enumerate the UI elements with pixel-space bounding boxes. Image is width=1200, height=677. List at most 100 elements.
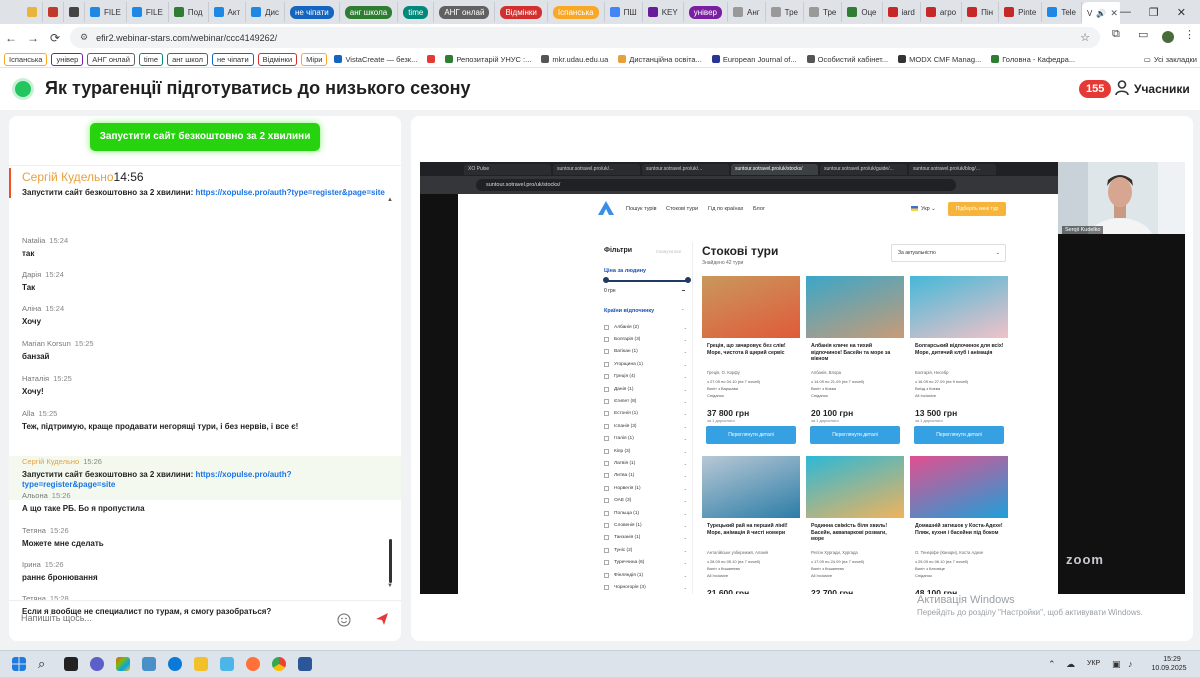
bookmark-folder[interactable]: Відмінки (257, 52, 298, 66)
clock-time[interactable]: 15:29 (1150, 656, 1194, 663)
all-bookmarks-button[interactable]: ▭ Усі закладки (1141, 54, 1200, 65)
chat-app-icon[interactable] (90, 657, 104, 671)
close-window-icon[interactable]: ✕ (1177, 6, 1186, 19)
search-icon[interactable]: ⌕ (38, 656, 52, 671)
copilot-icon[interactable] (116, 657, 130, 671)
message-meta: Сергій Кудельно 15:26 (22, 457, 384, 466)
bookmark-folder[interactable]: Міри (301, 52, 328, 66)
browser-tab[interactable]: універ (684, 2, 728, 22)
browser-tab[interactable] (22, 2, 43, 22)
tray-chevron-icon[interactable]: ⌃ (1048, 659, 1056, 670)
send-icon[interactable] (375, 612, 389, 626)
browser-tab[interactable]: time (398, 2, 435, 22)
task-view-icon[interactable] (64, 657, 78, 671)
scroll-down-arrow-icon[interactable]: ▼ (387, 583, 393, 589)
profile-avatar[interactable] (1162, 31, 1174, 43)
bookmark-item[interactable]: Дистанційна освіта... (615, 54, 705, 65)
cloud-icon[interactable]: ☁ (1066, 659, 1075, 670)
browser-tab[interactable]: агро (921, 2, 963, 22)
browser-tab[interactable] (43, 2, 64, 22)
bookmark-folder[interactable]: time (138, 52, 164, 66)
launch-site-cta-button[interactable]: Запустити сайт безкоштовно за 2 хвилини (90, 123, 320, 151)
browser-tab[interactable]: Акт (209, 2, 247, 22)
tab-title: V (1087, 8, 1093, 18)
bookmark-folder[interactable]: Іспанська (4, 52, 48, 66)
browser-tab[interactable] (64, 2, 85, 22)
tour-price-note: за 1 дорослого (915, 418, 943, 423)
presenter-webcam (1058, 162, 1185, 234)
browser-tab[interactable]: Pinte (999, 2, 1043, 22)
browser-tab[interactable]: Анг (728, 2, 766, 22)
bookmark-item[interactable]: Головна - Кафедра... (988, 54, 1078, 65)
maximize-icon[interactable]: ❐ (1149, 6, 1159, 19)
site-settings-icon[interactable]: ⚙ (80, 32, 88, 43)
windows-start-icon[interactable] (12, 657, 26, 671)
browser-tab[interactable]: Дис (246, 2, 285, 22)
browser-tab[interactable]: Оце (842, 2, 883, 22)
file-explorer-icon[interactable] (194, 657, 208, 671)
browser-tab[interactable]: Тре (766, 2, 804, 22)
edge-icon[interactable] (168, 657, 182, 671)
url-field[interactable]: ⚙ efir2.webinar-stars.com/webinar/ccc414… (70, 27, 1100, 48)
browser-tab[interactable]: iard (883, 2, 921, 22)
chevron-down-icon: ⌄ (683, 423, 687, 429)
bookmark-item[interactable]: VistaCreate — безк... (331, 54, 420, 65)
bookmark-folder[interactable]: анг школ (167, 52, 208, 66)
clock-date[interactable]: 10.09.2025 (1144, 665, 1194, 672)
browser-tab[interactable]: KEY (643, 2, 684, 22)
chat-scrollbar-thumb[interactable] (389, 539, 392, 583)
tab-audio-icon[interactable]: 🔊 (1096, 9, 1106, 18)
browser-tab[interactable]: анг школа (340, 2, 399, 22)
browser-tab[interactable]: Tele (1042, 2, 1082, 22)
browser-tab[interactable]: не чіпати (285, 2, 340, 22)
chrome-icon[interactable] (272, 657, 286, 671)
forward-icon[interactable]: → (22, 31, 44, 45)
minimize-icon[interactable]: — (1120, 6, 1131, 18)
bookmark-favicon-icon (806, 55, 815, 63)
participants-button[interactable]: Учасники (1134, 82, 1190, 96)
scroll-up-arrow-icon[interactable]: ▲ (387, 197, 393, 203)
bookmark-folder[interactable]: універ (51, 52, 84, 66)
chevron-down-icon: ⌄ (683, 436, 687, 442)
tab-favicon-icon (27, 7, 37, 17)
message-author: Тетяна (22, 526, 46, 535)
filters-reset: Скинути все (656, 249, 682, 254)
bookmark-item[interactable]: mkr.udau.edu.ua (538, 54, 611, 65)
browser-tab[interactable]: ПШ (605, 2, 643, 22)
photos-icon[interactable] (142, 657, 156, 671)
bookmark-item[interactable]: European Journal of... (709, 54, 800, 65)
message-link[interactable]: https://xopulse.pro/auth?type=register&p… (195, 188, 384, 197)
bookmark-item[interactable]: Репозитарій УНУС :... (442, 54, 534, 65)
bookmark-star-icon[interactable]: ☆ (1080, 31, 1090, 44)
bookmark-folder[interactable]: АНГ онлай (87, 52, 135, 66)
browser-tab[interactable]: АНГ онлай (434, 2, 496, 22)
extensions-icon[interactable]: ⧉ (1112, 28, 1120, 41)
bookmark-item[interactable]: Особистий кабінет... (804, 54, 891, 65)
sidebar-icon[interactable]: ▭ (1138, 28, 1148, 41)
browser-menu-icon[interactable]: ⋮ (1184, 28, 1195, 41)
browser-tab[interactable]: Пін (962, 2, 1000, 22)
tour-title: Турецький рай на перший лінії! Море, ані… (707, 523, 788, 536)
keyboard-language[interactable]: УКР (1087, 660, 1100, 667)
word-icon[interactable] (298, 657, 312, 671)
back-icon[interactable]: ← (0, 31, 22, 45)
browser-tab[interactable]: Под (169, 2, 209, 22)
bookmark-folder[interactable]: не чіпати (212, 52, 254, 66)
browser-tab[interactable]: Відмінки (495, 2, 548, 22)
snipping-tool-icon[interactable] (220, 657, 234, 671)
browser-tab[interactable]: Тре (804, 2, 843, 22)
bookmark-item[interactable]: MODX CMF Manag... (895, 54, 984, 65)
firefox-icon[interactable] (246, 657, 260, 671)
network-icon[interactable]: ▣ (1112, 659, 1121, 670)
emoji-icon[interactable] (337, 613, 351, 627)
browser-tab[interactable]: Іспанська (548, 2, 605, 22)
volume-icon[interactable]: ♪ (1128, 659, 1133, 669)
tab-close-icon[interactable]: ✕ (1110, 8, 1118, 19)
reload-icon[interactable]: ⟳ (44, 31, 66, 45)
chat-message-input[interactable] (21, 608, 321, 628)
browser-tab[interactable]: FILE (85, 2, 127, 22)
browser-tab[interactable]: FILE (127, 2, 169, 22)
bookmark-item[interactable] (424, 54, 438, 64)
person-icon[interactable] (1115, 80, 1129, 96)
browser-tab-active[interactable]: V 🔊 ✕ (1082, 2, 1124, 24)
